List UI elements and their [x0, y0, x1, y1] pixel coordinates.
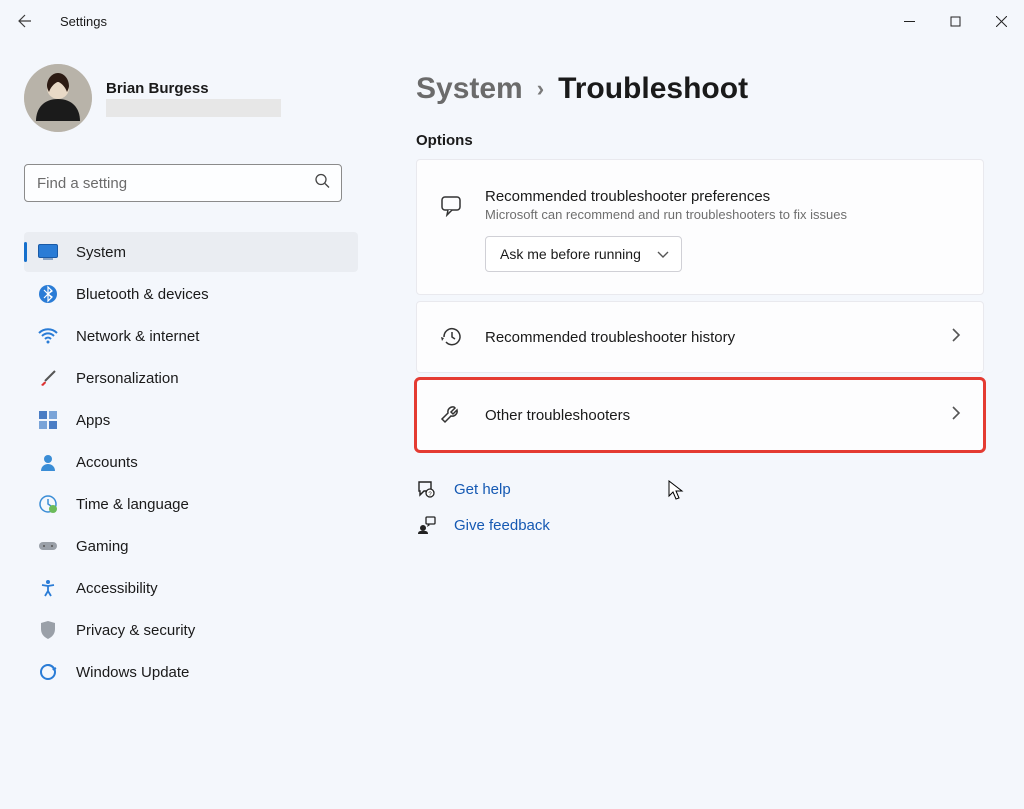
nav-label: Bluetooth & devices	[76, 286, 209, 303]
give-feedback-link[interactable]: Give feedback	[454, 517, 550, 534]
window-title: Settings	[60, 14, 107, 29]
nav-system[interactable]: System	[24, 232, 358, 272]
bluetooth-icon	[38, 284, 58, 304]
pref-dropdown-value: Ask me before running	[500, 246, 641, 262]
feedback-icon	[416, 515, 436, 535]
nav-label: Personalization	[76, 370, 179, 387]
breadcrumb: System › Troubleshoot	[416, 72, 984, 106]
get-help-link[interactable]: Get help	[454, 481, 511, 498]
chevron-down-icon	[657, 246, 669, 262]
chevron-right-icon	[951, 405, 961, 426]
chevron-right-icon: ›	[537, 76, 544, 102]
window-controls	[886, 5, 1024, 37]
nav-apps[interactable]: Apps	[24, 400, 358, 440]
other-troubleshooters-card[interactable]: Other troubleshooters	[416, 379, 984, 451]
brush-icon	[38, 368, 58, 388]
wrench-icon	[439, 403, 463, 427]
nav-privacy[interactable]: Privacy & security	[24, 610, 358, 650]
nav: System Bluetooth & devices Network & int…	[24, 232, 370, 692]
nav-label: System	[76, 244, 126, 261]
nav-label: Network & internet	[76, 328, 199, 345]
nav-label: Windows Update	[76, 664, 189, 681]
profile-block[interactable]: Brian Burgess	[24, 64, 370, 132]
titlebar: Settings	[0, 0, 1024, 42]
nav-label: Gaming	[76, 538, 129, 555]
apps-icon	[38, 410, 58, 430]
search-wrap	[24, 164, 342, 202]
nav-accounts[interactable]: Accounts	[24, 442, 358, 482]
minimize-icon	[904, 16, 915, 27]
nav-bluetooth[interactable]: Bluetooth & devices	[24, 274, 358, 314]
history-icon	[439, 325, 463, 349]
main-pane: System › Troubleshoot Options Recommende…	[370, 42, 1024, 809]
system-icon	[38, 242, 58, 262]
back-arrow-icon	[16, 13, 32, 29]
minimize-button[interactable]	[886, 5, 932, 37]
nav-label: Accessibility	[76, 580, 158, 597]
nav-gaming[interactable]: Gaming	[24, 526, 358, 566]
gamepad-icon	[38, 536, 58, 556]
close-icon	[996, 16, 1007, 27]
breadcrumb-parent[interactable]: System	[416, 72, 523, 106]
options-header: Options	[416, 132, 984, 149]
update-icon	[38, 662, 58, 682]
help-icon: ?	[416, 479, 436, 499]
close-button[interactable]	[978, 5, 1024, 37]
shield-icon	[38, 620, 58, 640]
breadcrumb-current: Troubleshoot	[558, 72, 748, 106]
nav-label: Accounts	[76, 454, 138, 471]
profile-email-redacted	[106, 99, 281, 117]
nav-time-language[interactable]: Time & language	[24, 484, 358, 524]
history-title: Recommended troubleshooter history	[485, 329, 929, 346]
wifi-icon	[38, 326, 58, 346]
clock-globe-icon	[38, 494, 58, 514]
nav-personalization[interactable]: Personalization	[24, 358, 358, 398]
search-icon	[314, 173, 330, 194]
pref-subtitle: Microsoft can recommend and run troubles…	[485, 207, 961, 222]
pref-title: Recommended troubleshooter preferences	[485, 188, 961, 205]
search-input[interactable]	[24, 164, 342, 202]
profile-name: Brian Burgess	[106, 80, 281, 97]
avatar	[24, 64, 92, 132]
history-card[interactable]: Recommended troubleshooter history	[416, 301, 984, 373]
nav-accessibility[interactable]: Accessibility	[24, 568, 358, 608]
speech-bubble-icon	[439, 194, 463, 218]
pref-card: Recommended troubleshooter preferences M…	[416, 159, 984, 295]
person-icon	[38, 452, 58, 472]
nav-label: Time & language	[76, 496, 189, 513]
nav-label: Apps	[76, 412, 110, 429]
chevron-right-icon	[951, 327, 961, 348]
pref-dropdown[interactable]: Ask me before running	[485, 236, 682, 272]
other-title: Other troubleshooters	[485, 407, 929, 424]
sidebar: Brian Burgess System Bluetooth & devices…	[0, 42, 370, 809]
accessibility-icon	[38, 578, 58, 598]
nav-windows-update[interactable]: Windows Update	[24, 652, 358, 692]
maximize-button[interactable]	[932, 5, 978, 37]
nav-label: Privacy & security	[76, 622, 195, 639]
back-button[interactable]	[8, 5, 40, 37]
nav-network[interactable]: Network & internet	[24, 316, 358, 356]
help-links: ? Get help Give feedback	[416, 479, 984, 535]
maximize-icon	[950, 16, 961, 27]
